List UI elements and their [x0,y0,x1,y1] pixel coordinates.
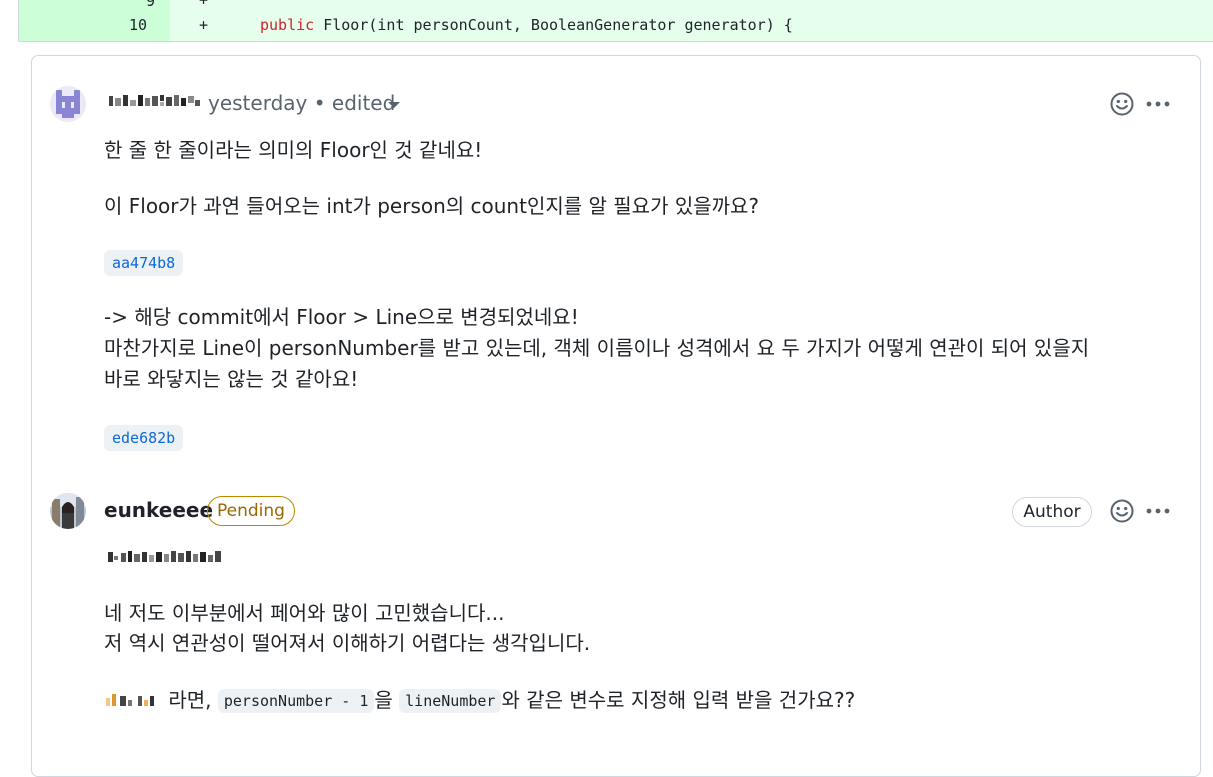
inline-code: lineNumber [399,689,502,713]
diff-marker: + [199,16,209,34]
kebab-icon[interactable] [1145,498,1171,524]
comment-meta: yesterday • edited [208,91,395,115]
commit-link[interactable]: ede682b [104,425,184,451]
redacted-username-icon[interactable] [107,92,203,112]
comment-line: -> 해당 commit에서 Floor > Line으로 변경되었네요! [104,305,579,329]
comment-author[interactable]: eunkeeee [104,498,213,522]
kebab-icon[interactable] [1145,91,1171,117]
comment-line-with-code: 라면, personNumber - 1을 lineNumber 와 같은 변수로… [104,685,855,716]
redacted-mention-icon[interactable] [106,546,226,566]
diff-line: 9 + 10 + public Floor(int personCount, B… [18,0,1213,42]
comment-text: 와 같은 변수로 지정해 입력 받을 건가요?? [501,688,856,712]
comment-line: 저 역시 연관성이 떨어져서 이해하기 어렵다는 생각입니다. [104,631,591,655]
inline-code: personNumber - 1 [217,689,375,713]
meta-separator: • [313,91,326,115]
prev-line-number: 9 [146,0,156,10]
comment-line: 네 저도 이부분에서 페어와 많이 고민했습니다... [104,601,505,625]
smiley-icon[interactable] [1109,498,1135,524]
comment-timestamp[interactable]: yesterday [208,91,307,115]
redacted-mention-icon[interactable] [104,690,162,710]
line-number[interactable]: 10 [118,16,158,34]
comment-line: 바로 와닿지는 않는 것 같아요! [104,367,359,391]
comment-text: 을 [374,688,400,712]
smiley-icon[interactable] [1109,91,1135,117]
identicon-icon [50,86,86,122]
comment-paragraph: 한 줄 한 줄이라는 의미의 Floor인 것 같네요! [104,138,483,162]
prev-diff-marker: + [199,0,209,9]
user-photo-icon [50,493,86,529]
comment-paragraph: 이 Floor가 과연 들어오는 int가 person의 count인지를 알… [104,194,760,218]
caret-down-icon[interactable] [387,100,401,110]
code-line: public Floor(int personCount, BooleanGen… [260,16,793,34]
comment-text: 라면, [162,688,218,712]
edited-label[interactable]: edited [332,91,395,115]
avatar[interactable] [50,86,86,122]
author-badge: Author [1012,497,1092,527]
commit-link[interactable]: aa474b8 [104,250,184,276]
avatar[interactable] [50,493,86,529]
code-text: Floor(int personCount, BooleanGenerator … [314,16,793,34]
comment-line: 마찬가지로 Line이 personNumber를 받고 있는데, 객체 이름이… [104,336,1090,360]
pending-badge: Pending [207,496,295,526]
code-keyword: public [260,16,315,34]
